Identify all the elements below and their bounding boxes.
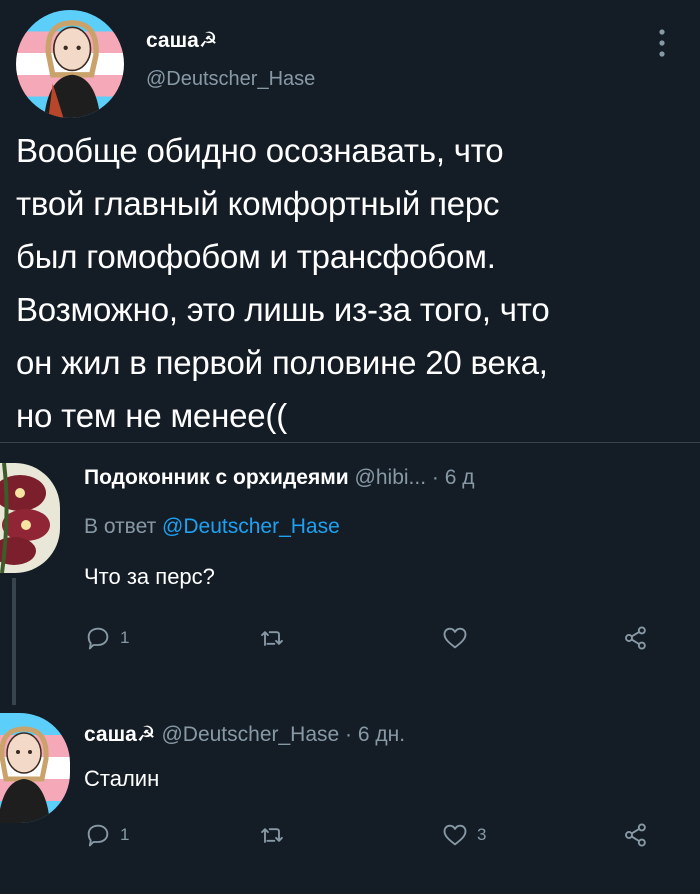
- retweet-button[interactable]: [258, 820, 294, 850]
- reply-tweet[interactable]: саша☭ @Deutscher_Hase · 6 дн. Сталин 1 3: [0, 683, 700, 894]
- thread-line: [12, 578, 16, 683]
- share-icon: [625, 823, 646, 847]
- reply-header: саша☭ @Deutscher_Hase · 6 дн.: [84, 722, 405, 747]
- main-tweet: саша☭ @Deutscher_Hase Вообще обидно осоз…: [0, 0, 700, 440]
- like-button[interactable]: [441, 623, 477, 653]
- avatar-illustration: [0, 463, 50, 573]
- share-icon: [625, 626, 646, 650]
- comment-icon: [87, 824, 109, 847]
- avatar-illustration: [0, 726, 50, 823]
- heart-icon: [443, 627, 467, 649]
- tweet-text: Вообще обидно осознавать, что твой главн…: [16, 132, 550, 434]
- avatar[interactable]: [0, 463, 60, 573]
- author-handle[interactable]: @Deutscher_Hase: [146, 68, 315, 91]
- reply-tweet[interactable]: Подоконник с орхидеями @hibi... · 6 д В …: [0, 443, 700, 683]
- reply-header: Подоконник с орхидеями @hibi... · 6 д: [84, 466, 475, 490]
- reply-count: 1: [120, 628, 130, 647]
- share-button[interactable]: [622, 623, 650, 653]
- like-count: 3: [477, 825, 487, 844]
- author-name[interactable]: Подоконник с орхидеями: [84, 466, 349, 489]
- retweet-icon: [261, 828, 283, 843]
- author-name[interactable]: саша☭: [146, 28, 218, 53]
- reply-context: В ответ @Deutscher_Hase: [84, 515, 340, 539]
- timestamp[interactable]: · 6 д: [432, 466, 475, 489]
- retweet-icon: [261, 631, 283, 646]
- reply-button[interactable]: 1: [84, 820, 129, 850]
- reply-button[interactable]: 1: [84, 623, 129, 653]
- thread-line: [12, 683, 16, 705]
- avatar-illustration: [44, 20, 101, 118]
- reply-to-label: В ответ: [84, 515, 163, 538]
- reply-text: Сталин: [84, 766, 160, 791]
- timestamp[interactable]: · 6 дн.: [345, 723, 405, 746]
- more-vertical-icon[interactable]: [652, 26, 672, 60]
- avatar[interactable]: [16, 10, 124, 118]
- author-handle[interactable]: @Deutscher_Hase: [161, 723, 339, 746]
- reply-text: Что за перс?: [84, 564, 215, 589]
- reply-count: 1: [120, 825, 130, 844]
- author-name[interactable]: саша☭: [84, 723, 156, 746]
- author-handle[interactable]: @hibi...: [355, 466, 427, 489]
- share-button[interactable]: [622, 820, 650, 850]
- retweet-button[interactable]: [258, 623, 294, 653]
- heart-icon: [443, 824, 467, 846]
- reply-to-mention[interactable]: @Deutscher_Hase: [162, 515, 340, 538]
- avatar[interactable]: [0, 713, 70, 823]
- like-button[interactable]: 3: [441, 820, 486, 850]
- comment-icon: [87, 627, 109, 650]
